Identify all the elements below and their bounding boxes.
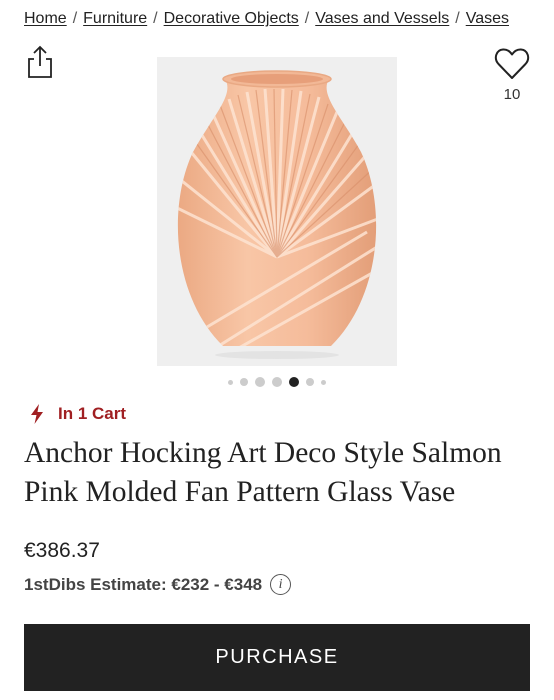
carousel-dot-active[interactable] xyxy=(289,377,299,387)
breadcrumb-vases-and-vessels-link[interactable]: Vases and Vessels xyxy=(315,10,449,27)
product-image[interactable] xyxy=(157,57,397,366)
share-icon xyxy=(28,45,52,78)
lightning-bolt-icon xyxy=(31,404,43,424)
breadcrumb-decorative-objects-link[interactable]: Decorative Objects xyxy=(164,10,299,27)
carousel-dot[interactable] xyxy=(240,378,248,386)
share-button[interactable] xyxy=(24,44,56,80)
breadcrumb: Home / Furniture / Decorative Objects / Vases … xyxy=(24,10,534,28)
breadcrumb-furniture-link[interactable]: Furniture xyxy=(83,10,147,27)
breadcrumb-separator: / xyxy=(72,10,78,27)
breadcrumb-vases-link[interactable]: Vases xyxy=(466,10,509,27)
carousel-dot[interactable] xyxy=(255,377,265,387)
purchase-button[interactable]: PURCHASE xyxy=(24,624,530,691)
breadcrumb-separator: / xyxy=(455,10,460,27)
carousel-dot[interactable] xyxy=(321,379,326,385)
price-estimate-text: 1stDibs Estimate: €232 - €348 xyxy=(24,574,263,594)
product-price: €386.37 xyxy=(24,539,100,562)
product-title: Anchor Hocking Art Deco Style Salmon Pin… xyxy=(24,437,502,508)
heart-icon xyxy=(494,48,530,79)
breadcrumb-separator: / xyxy=(304,10,310,27)
breadcrumb-separator: / xyxy=(153,10,158,27)
breadcrumb-home-link[interactable]: Home xyxy=(24,10,67,27)
cart-status: In 1 Cart xyxy=(30,404,126,424)
vase-illustration xyxy=(177,70,377,359)
image-carousel-indicators xyxy=(0,377,554,387)
carousel-dot[interactable] xyxy=(228,379,233,385)
favorite-count: 10 xyxy=(503,86,521,103)
favorite-button[interactable] xyxy=(492,44,532,84)
cart-status-text: In 1 Cart xyxy=(58,404,127,423)
carousel-dot[interactable] xyxy=(272,377,282,387)
carousel-dot[interactable] xyxy=(306,378,314,386)
info-icon[interactable]: i xyxy=(270,574,292,595)
price-estimate: 1stDibs Estimate: €232 - €348 i xyxy=(24,574,292,595)
